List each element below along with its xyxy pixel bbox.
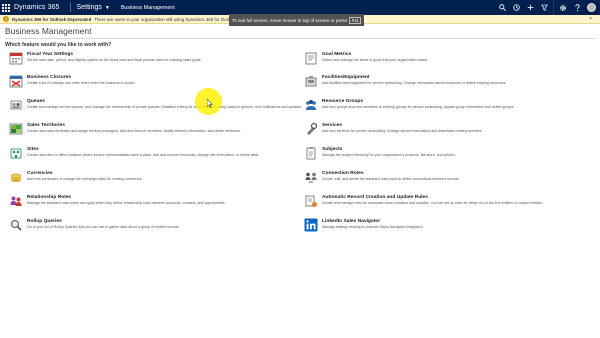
linkedin-icon [304, 218, 320, 234]
feature-description: Create new sites or office locations whe… [27, 153, 260, 157]
feature-name[interactable]: Facilities/Equipment [322, 75, 370, 80]
feature-description: Add new services for service scheduling.… [322, 129, 483, 133]
goal-metrics-icon [304, 51, 320, 67]
feature-description: Add new currencies or change the exchang… [27, 177, 143, 181]
feature-description: Create new sales territories and assign … [27, 129, 241, 133]
feature-business-closures[interactable]: Business Closures Create a list of holid… [9, 74, 299, 94]
waffle-icon[interactable] [0, 0, 12, 15]
mouse-pointer-icon [207, 99, 213, 108]
help-icon[interactable] [570, 0, 584, 15]
feature-name[interactable]: LinkedIn Sales Navigator [322, 219, 380, 224]
feature-description: Create, edit, and delete the standard ro… [322, 177, 460, 181]
notification-title: Dynamics 365 for Outlook Deprecated [12, 16, 92, 22]
feature-name[interactable]: Relationship Roles [27, 195, 71, 200]
feature-facilities-equipment[interactable]: Facilities/Equipment Add facilities and … [304, 74, 594, 94]
feature-linkedin-sales-navigator[interactable]: LinkedIn Sales Navigator Manage settings… [304, 218, 594, 238]
feature-description: Add new groups and new members to existi… [322, 105, 515, 109]
page-title: Business Management [5, 26, 92, 36]
feature-name[interactable]: Connection Roles [322, 171, 364, 176]
feature-name[interactable]: Fiscal Year Settings [27, 52, 73, 57]
feature-description: Set the start date, period, and display … [27, 58, 202, 62]
feature-description: Manage the subject hierarchy for your or… [322, 153, 456, 157]
nav-divider [69, 3, 71, 12]
subjects-icon [304, 146, 320, 162]
settings-icon[interactable] [556, 0, 570, 15]
settings-menu[interactable]: Settings ▼ [77, 4, 110, 11]
feature-automatic-record-creation[interactable]: Automatic Record Creation and Update Rul… [304, 194, 594, 214]
title-divider [5, 38, 595, 39]
feature-resource-groups[interactable]: Resource Groups Add new groups and new m… [304, 98, 594, 118]
topbar-actions [495, 0, 600, 15]
add-icon[interactable] [523, 0, 537, 15]
feature-connection-roles[interactable]: Connection Roles Create, edit, and delet… [304, 170, 594, 190]
feature-name[interactable]: Rollup Queries [27, 219, 62, 224]
feature-relationship-roles[interactable]: Relationship Roles Manage the standard r… [9, 194, 299, 214]
feature-subjects[interactable]: Subjects Manage the subject hierarchy fo… [304, 146, 594, 166]
feature-description: Create a list of holidays and other time… [27, 81, 136, 85]
feature-name[interactable]: Queues [27, 99, 45, 104]
feature-goal-metrics[interactable]: Goal Metrics Define and manage the kinds… [304, 51, 594, 71]
feature-queues[interactable]: Queues Create and manage service queues,… [9, 98, 303, 118]
filter-icon[interactable] [537, 0, 551, 15]
topbar-divider [553, 0, 554, 15]
feature-description: Add facilities and equipment for service… [322, 81, 507, 85]
feature-name[interactable]: Subjects [322, 147, 342, 152]
fullscreen-toast: To exit full screen, move mouse to top o… [229, 14, 364, 26]
feature-name[interactable]: Goal Metrics [322, 52, 351, 57]
relationship-roles-icon [9, 194, 25, 210]
breadcrumb[interactable]: Business Management [121, 5, 175, 11]
feature-name[interactable]: Sales Territories [27, 123, 65, 128]
automatic-record-creation-icon [304, 194, 320, 210]
feature-sites[interactable]: Sites Create new sites or office locatio… [9, 146, 299, 166]
feature-name[interactable]: Services [322, 123, 342, 128]
currencies-icon [9, 170, 25, 186]
sales-territories-icon [9, 122, 25, 138]
business-closures-icon [9, 74, 25, 90]
feature-description: Create and manage rules for automatic re… [322, 201, 543, 205]
feature-fiscal-year-settings[interactable]: Fiscal Year Settings Set the start date,… [9, 51, 299, 71]
resource-groups-icon [304, 98, 320, 114]
services-icon [304, 122, 320, 138]
feature-rollup-queries[interactable]: Rollup Queries Go to your list of Rollup… [9, 218, 299, 238]
avatar[interactable] [587, 3, 596, 12]
top-nav-bar: Dynamics 365 Settings ▼ Business Managem… [0, 0, 600, 15]
rollup-queries-icon [9, 218, 25, 234]
fiscal-year-icon [9, 51, 25, 67]
fullscreen-toast-text: To exit full screen, move mouse to top o… [231, 17, 348, 23]
settings-menu-label: Settings [76, 4, 102, 11]
feature-description: Manage the standard roles users can appl… [27, 201, 226, 205]
feature-description: Create and manage service queues, and ma… [27, 105, 303, 109]
chevron-down-icon: ▼ [104, 4, 110, 11]
feature-name[interactable]: Business Closures [27, 75, 71, 80]
sites-icon [9, 146, 25, 162]
fullscreen-toast-key: F11 [349, 16, 362, 24]
search-icon[interactable] [495, 0, 509, 15]
facilities-equipment-icon [304, 74, 320, 90]
page-question: Which feature would you like to work wit… [5, 42, 112, 48]
info-icon: i [3, 16, 9, 22]
connection-roles-icon [304, 170, 320, 186]
app-title[interactable]: Dynamics 365 [14, 4, 60, 11]
feature-currencies[interactable]: Currencies Add new currencies or change … [9, 170, 299, 190]
feature-services[interactable]: Services Add new services for service sc… [304, 122, 594, 142]
queues-icon [9, 98, 25, 114]
feature-sales-territories[interactable]: Sales Territories Create new sales terri… [9, 122, 299, 142]
feature-name[interactable]: Currencies [27, 171, 53, 176]
feature-description: Manage settings relating to LinkedIn Sal… [322, 225, 424, 229]
feature-name[interactable]: Automatic Record Creation and Update Rul… [322, 195, 428, 200]
feature-description: Define and manage the kinds of goals tha… [322, 58, 429, 62]
feature-name[interactable]: Sites [27, 147, 39, 152]
close-icon[interactable]: × [589, 16, 592, 22]
feature-name[interactable]: Resource Groups [322, 99, 363, 104]
feature-description: Go to your list of Rollup Queries that y… [27, 225, 180, 229]
history-icon[interactable] [509, 0, 523, 15]
